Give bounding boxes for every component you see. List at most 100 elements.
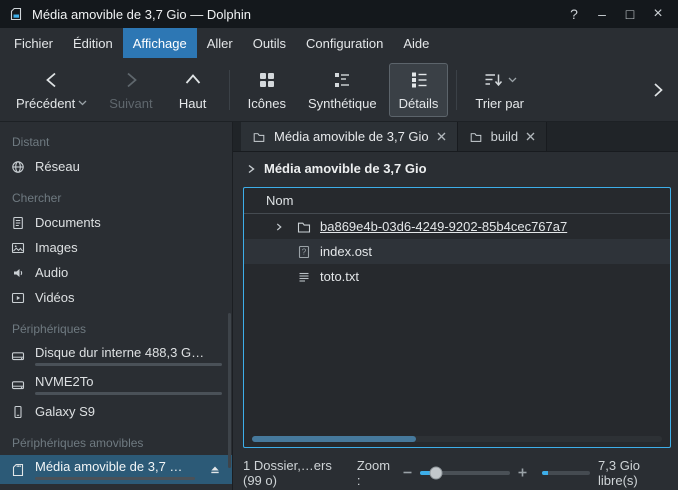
- menu-affichage[interactable]: Affichage: [123, 28, 197, 58]
- sidebar-item-videos[interactable]: Vidéos: [0, 285, 232, 310]
- places-group-peripheriques: Périphériques Disque dur interne 488,3 G…: [0, 317, 232, 424]
- menu-fichier[interactable]: Fichier: [4, 28, 63, 58]
- tab-build[interactable]: build: [458, 122, 547, 151]
- menu-edition[interactable]: Édition: [63, 28, 123, 58]
- places-panel: Distant Réseau Chercher Documents Images: [0, 122, 233, 490]
- hard-disk-icon: [10, 377, 26, 393]
- sidebar-item-reseau[interactable]: Réseau: [0, 154, 232, 179]
- tab-bar: Média amovible de 3,7 Gio build: [233, 122, 678, 152]
- eject-icon[interactable]: [208, 463, 222, 477]
- sidebar-item-label: Réseau: [35, 159, 80, 174]
- window-controls: ? – □ ×: [562, 3, 670, 25]
- free-space-bar: [542, 471, 590, 475]
- menu-configuration[interactable]: Configuration: [296, 28, 393, 58]
- status-bar: 1 Dossier,…ers (99 o) Zoom : 7,3 Gio lib…: [233, 455, 678, 490]
- videos-icon: [10, 290, 26, 306]
- sidebar-item-label: NVME2To: [35, 374, 222, 389]
- places-scrollbar[interactable]: [228, 313, 231, 468]
- app-icon: [8, 6, 24, 22]
- sidebar-item-documents[interactable]: Documents: [0, 210, 232, 235]
- zoom-control: Zoom :: [357, 458, 528, 488]
- icons-view-button[interactable]: Icônes: [238, 63, 296, 117]
- chevron-right-icon: [648, 80, 668, 100]
- up-button[interactable]: Haut: [165, 63, 221, 117]
- folder-icon: [469, 130, 483, 144]
- compact-view-icon: [331, 69, 353, 91]
- sidebar-item-label: Audio: [35, 265, 68, 280]
- sidebar-item-label: Média amovible de 3,7 …: [35, 459, 195, 474]
- sidebar-item-label: Images: [35, 240, 78, 255]
- help-button[interactable]: ?: [562, 3, 586, 25]
- minimize-button[interactable]: –: [590, 3, 614, 25]
- file-row-index-ost[interactable]: ? index.ost: [244, 239, 670, 264]
- zoom-slider[interactable]: [420, 471, 510, 475]
- file-name[interactable]: ba869e4b-03d6-4249-9202-85b4cec767a7: [320, 219, 567, 234]
- zoom-slider-knob[interactable]: [430, 466, 443, 479]
- back-button[interactable]: Précédent: [6, 63, 97, 117]
- close-button[interactable]: ×: [646, 3, 670, 25]
- disk-usage-bar: [35, 392, 222, 395]
- section-header-distant: Distant: [0, 130, 232, 154]
- details-view-button[interactable]: Détails: [389, 63, 449, 117]
- tab-close-icon[interactable]: [437, 132, 446, 141]
- file-name[interactable]: toto.txt: [320, 269, 359, 284]
- disk-usage-bar: [35, 363, 222, 366]
- forward-button[interactable]: Suivant: [99, 63, 162, 117]
- zoom-in-icon[interactable]: [517, 467, 528, 478]
- audio-icon: [10, 265, 26, 281]
- window-body: Distant Réseau Chercher Documents Images: [0, 122, 678, 490]
- places-group-distant: Distant Réseau: [0, 130, 232, 179]
- sidebar-item-media-amovible[interactable]: Média amovible de 3,7 …: [0, 455, 232, 484]
- sidebar-item-label: Documents: [35, 215, 101, 230]
- compact-view-button[interactable]: Synthétique: [298, 63, 387, 117]
- back-dropdown-caret-icon: [78, 100, 87, 106]
- up-icon: [182, 69, 204, 91]
- maximize-button[interactable]: □: [618, 3, 642, 25]
- toolbar-overflow-button[interactable]: [644, 76, 672, 104]
- sidebar-item-galaxy-s9[interactable]: Galaxy S9: [0, 399, 232, 424]
- sd-card-icon: [10, 462, 26, 478]
- forward-label: Suivant: [109, 96, 152, 111]
- text-file-icon: [296, 269, 312, 285]
- sidebar-item-label: Galaxy S9: [35, 404, 95, 419]
- unknown-file-icon: ?: [296, 244, 312, 260]
- breadcrumb: Média amovible de 3,7 Gio: [233, 152, 678, 185]
- file-row-toto-txt[interactable]: toto.txt: [244, 264, 670, 289]
- places-group-peripheriques-amovibles: Périphériques amovibles Média amovible d…: [0, 431, 232, 484]
- menu-aide[interactable]: Aide: [393, 28, 439, 58]
- sidebar-item-label: Vidéos: [35, 290, 75, 305]
- toolbar-separator: [456, 70, 457, 110]
- tab-media-amovible[interactable]: Média amovible de 3,7 Gio: [241, 122, 458, 151]
- sidebar-item-nvme2to[interactable]: NVME2To: [0, 370, 232, 399]
- sidebar-item-disque-dur-interne[interactable]: Disque dur interne 488,3 G…: [0, 341, 232, 370]
- horizontal-scrollbar[interactable]: [252, 436, 662, 442]
- sort-by-label: Trier par: [475, 96, 524, 111]
- sort-by-button[interactable]: Trier par: [465, 63, 534, 117]
- expand-arrow-icon[interactable]: [272, 220, 288, 234]
- file-name[interactable]: index.ost: [320, 244, 372, 259]
- zoom-out-icon[interactable]: [402, 467, 413, 478]
- file-view: Nom ba869e4b-03d6-4249-9202-85b4cec767a7…: [243, 187, 671, 448]
- tab-close-icon[interactable]: [526, 132, 535, 141]
- forward-icon: [120, 69, 142, 91]
- breadcrumb-item[interactable]: Média amovible de 3,7 Gio: [264, 161, 427, 176]
- details-view-icon: [408, 69, 430, 91]
- folder-icon: [252, 130, 266, 144]
- window-title: Média amovible de 3,7 Gio — Dolphin: [32, 7, 251, 22]
- smartphone-icon: [10, 404, 26, 420]
- sidebar-item-audio[interactable]: Audio: [0, 260, 232, 285]
- back-label: Précédent: [16, 96, 75, 111]
- details-view-label: Détails: [399, 96, 439, 111]
- status-summary: 1 Dossier,…ers (99 o): [243, 458, 341, 488]
- view-container: Nom ba869e4b-03d6-4249-9202-85b4cec767a7…: [233, 185, 678, 455]
- toolbar-separator: [229, 70, 230, 110]
- menu-aller[interactable]: Aller: [197, 28, 243, 58]
- tab-label: Média amovible de 3,7 Gio: [274, 129, 429, 144]
- horizontal-scrollbar-thumb[interactable]: [252, 436, 416, 442]
- column-header-nom[interactable]: Nom: [244, 188, 670, 214]
- sidebar-item-images[interactable]: Images: [0, 235, 232, 260]
- menu-outils[interactable]: Outils: [243, 28, 296, 58]
- main-area: Média amovible de 3,7 Gio build Média am…: [233, 122, 678, 490]
- file-row-folder[interactable]: ba869e4b-03d6-4249-9202-85b4cec767a7: [244, 214, 670, 239]
- tab-label: build: [491, 129, 518, 144]
